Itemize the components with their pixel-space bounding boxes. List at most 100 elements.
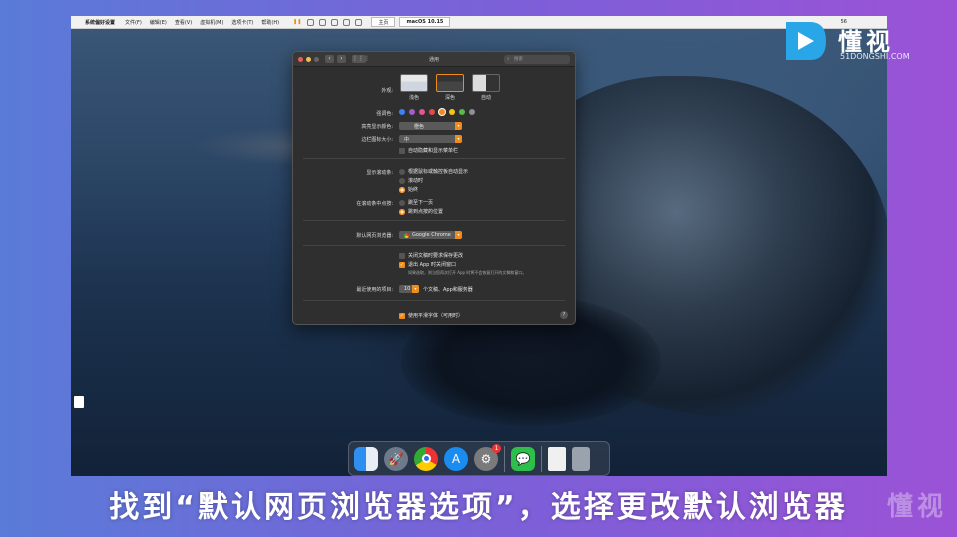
search-field[interactable]: ⌕ 搜索	[504, 55, 570, 64]
menu-vm[interactable]: 虚拟机(M)	[200, 19, 223, 26]
pause-icon[interactable]: ❚❚	[293, 19, 301, 25]
close-windows-row[interactable]: ✓ 退出 App 时关闭窗口	[399, 261, 456, 268]
scrollbar-option-always[interactable]: 始终	[399, 186, 418, 193]
accent-color-swatch[interactable]	[469, 109, 475, 115]
recent-items-suffix: 个文稿、App和服务器	[423, 287, 473, 293]
menu-edit[interactable]: 编辑(E)	[150, 19, 167, 26]
accent-color-swatch[interactable]	[449, 109, 455, 115]
appearance-auto[interactable]: 自动	[472, 74, 500, 101]
snapshot-icon[interactable]	[307, 18, 315, 26]
menu-tabs[interactable]: 选项卡(T)	[231, 19, 253, 26]
manage-icon[interactable]	[331, 18, 339, 26]
appearance-light[interactable]: 浅色	[400, 74, 428, 101]
dark-thumbnail[interactable]	[436, 74, 464, 92]
accent-color-swatch[interactable]	[419, 109, 425, 115]
desktop-file-icon[interactable]	[74, 396, 84, 408]
scrollbar-option-text: 根据鼠标或触控板自动显示	[408, 169, 469, 175]
appearance-auto-label: 自动	[480, 95, 491, 101]
accent-color-swatch[interactable]	[399, 109, 405, 115]
forward-icon[interactable]: ›	[337, 55, 346, 63]
unity-icon[interactable]	[355, 18, 363, 26]
back-icon[interactable]: ‹	[325, 55, 334, 63]
ask-keep-checkbox[interactable]	[399, 252, 405, 259]
auto-hide-checkbox[interactable]	[399, 147, 405, 154]
launchpad-icon[interactable]: 🚀	[384, 446, 408, 471]
default-browser-value: Google Chrome	[412, 232, 451, 238]
window-titlebar: ‹ › ⋮⋮⋮ 通用 ⌕ 搜索	[293, 52, 575, 67]
accent-label: 强调色:	[376, 111, 393, 117]
default-browser-select[interactable]: Google Chrome ▾	[399, 231, 462, 239]
ask-keep-text: 关闭文稿时要求保存更改	[408, 253, 464, 259]
click-option-text: 跳至下一页	[408, 200, 434, 206]
show-all-icon[interactable]: ⋮⋮⋮	[352, 55, 370, 63]
search-icon: ⌕	[507, 57, 510, 62]
appearance-dark-label: 深色	[444, 95, 455, 101]
watermark: 懂视	[886, 492, 947, 522]
recent-items-value: 10	[404, 286, 411, 292]
default-browser-label: 默认网页浏览器:	[356, 233, 393, 239]
radio-button-selected[interactable]	[399, 208, 405, 215]
auto-hide-menubar-row[interactable]: 自动隐藏和显示菜单栏	[399, 147, 458, 154]
accent-swatches	[399, 109, 479, 115]
close-windows-note: 如果选取，则当您再次打开 App 时将不会恢复打开的文稿和窗口。	[408, 270, 527, 275]
chevron-down-icon: ▾	[412, 285, 419, 293]
font-smoothing-checkbox[interactable]: ✓	[399, 312, 405, 319]
scrollbar-option-text: 滚动时	[408, 178, 424, 184]
click-option-next-page[interactable]: 跳至下一页	[399, 199, 433, 206]
site-logo: 懂视 51DONGSHI.COM	[782, 18, 942, 68]
accent-color-swatch[interactable]	[439, 109, 445, 115]
radio-button-selected[interactable]	[399, 186, 405, 193]
dock: 🚀 A ⚙ 1 💬	[348, 441, 610, 476]
accent-color-swatch[interactable]	[459, 109, 465, 115]
chevron-down-icon: ▾	[455, 231, 462, 239]
recent-items-select[interactable]: 10 ▾	[399, 285, 419, 293]
logo-play-icon	[786, 22, 826, 60]
radio-button[interactable]	[399, 199, 405, 206]
chrome-icon[interactable]	[414, 446, 438, 471]
chrome-icon	[404, 232, 409, 238]
click-option-jump[interactable]: 跳到点按的位置	[399, 208, 443, 215]
scrollbar-option-scrolling[interactable]: 滚动时	[399, 177, 423, 184]
dock-separator	[504, 445, 505, 472]
menu-file[interactable]: 文件(F)	[125, 19, 142, 26]
auto-thumbnail[interactable]	[472, 74, 500, 92]
revert-icon[interactable]	[319, 18, 327, 26]
radio-button[interactable]	[399, 177, 405, 184]
font-smoothing-row[interactable]: ✓ 使用平滑字体（可用时）	[399, 312, 463, 319]
sidebar-size-select[interactable]: 中 ▾	[399, 135, 462, 143]
help-button[interactable]: ?	[560, 311, 568, 319]
tab-home[interactable]: 主页	[371, 17, 396, 27]
close-windows-checkbox[interactable]: ✓	[399, 261, 405, 268]
zoom-button[interactable]	[314, 56, 319, 62]
app-store-icon[interactable]: A	[444, 446, 468, 471]
chevron-down-icon: ▾	[455, 122, 462, 130]
appearance-label: 外观:	[381, 88, 393, 94]
sidebar-size-value: 中	[404, 136, 410, 143]
app-name[interactable]: 系统偏好设置	[85, 19, 115, 26]
highlight-select[interactable]: 橙色 ▾	[399, 122, 462, 130]
divider	[303, 300, 565, 301]
divider	[303, 220, 565, 221]
logo-subtext: 51DONGSHI.COM	[840, 52, 910, 61]
appearance-dark[interactable]: 深色	[436, 74, 464, 101]
trash-icon[interactable]	[572, 446, 590, 471]
finder-icon[interactable]	[354, 446, 378, 471]
document-icon[interactable]	[548, 446, 566, 471]
ask-keep-changes-row[interactable]: 关闭文稿时要求保存更改	[399, 252, 463, 259]
menu-help[interactable]: 帮助(H)	[261, 19, 279, 26]
accent-color-swatch[interactable]	[429, 109, 435, 115]
radio-button[interactable]	[399, 168, 405, 175]
scrollbar-option-text: 始终	[408, 187, 419, 193]
scrollbar-option-auto[interactable]: 根据鼠标或触控板自动显示	[399, 168, 468, 175]
fullscreen-icon[interactable]	[343, 18, 351, 26]
appearance-light-label: 浅色	[408, 95, 419, 101]
close-button[interactable]	[298, 56, 303, 62]
menu-view[interactable]: 查看(V)	[175, 19, 192, 26]
light-thumbnail[interactable]	[400, 74, 428, 92]
video-subtitle: 找到“默认网页浏览器选项”，选择更改默认浏览器	[109, 490, 848, 525]
wechat-icon[interactable]: 💬	[511, 446, 535, 471]
system-preferences-icon[interactable]: ⚙ 1	[474, 443, 501, 471]
accent-color-swatch[interactable]	[409, 109, 415, 115]
minimize-button[interactable]	[306, 56, 311, 62]
tab-macos[interactable]: macOS 10.15	[399, 17, 451, 27]
